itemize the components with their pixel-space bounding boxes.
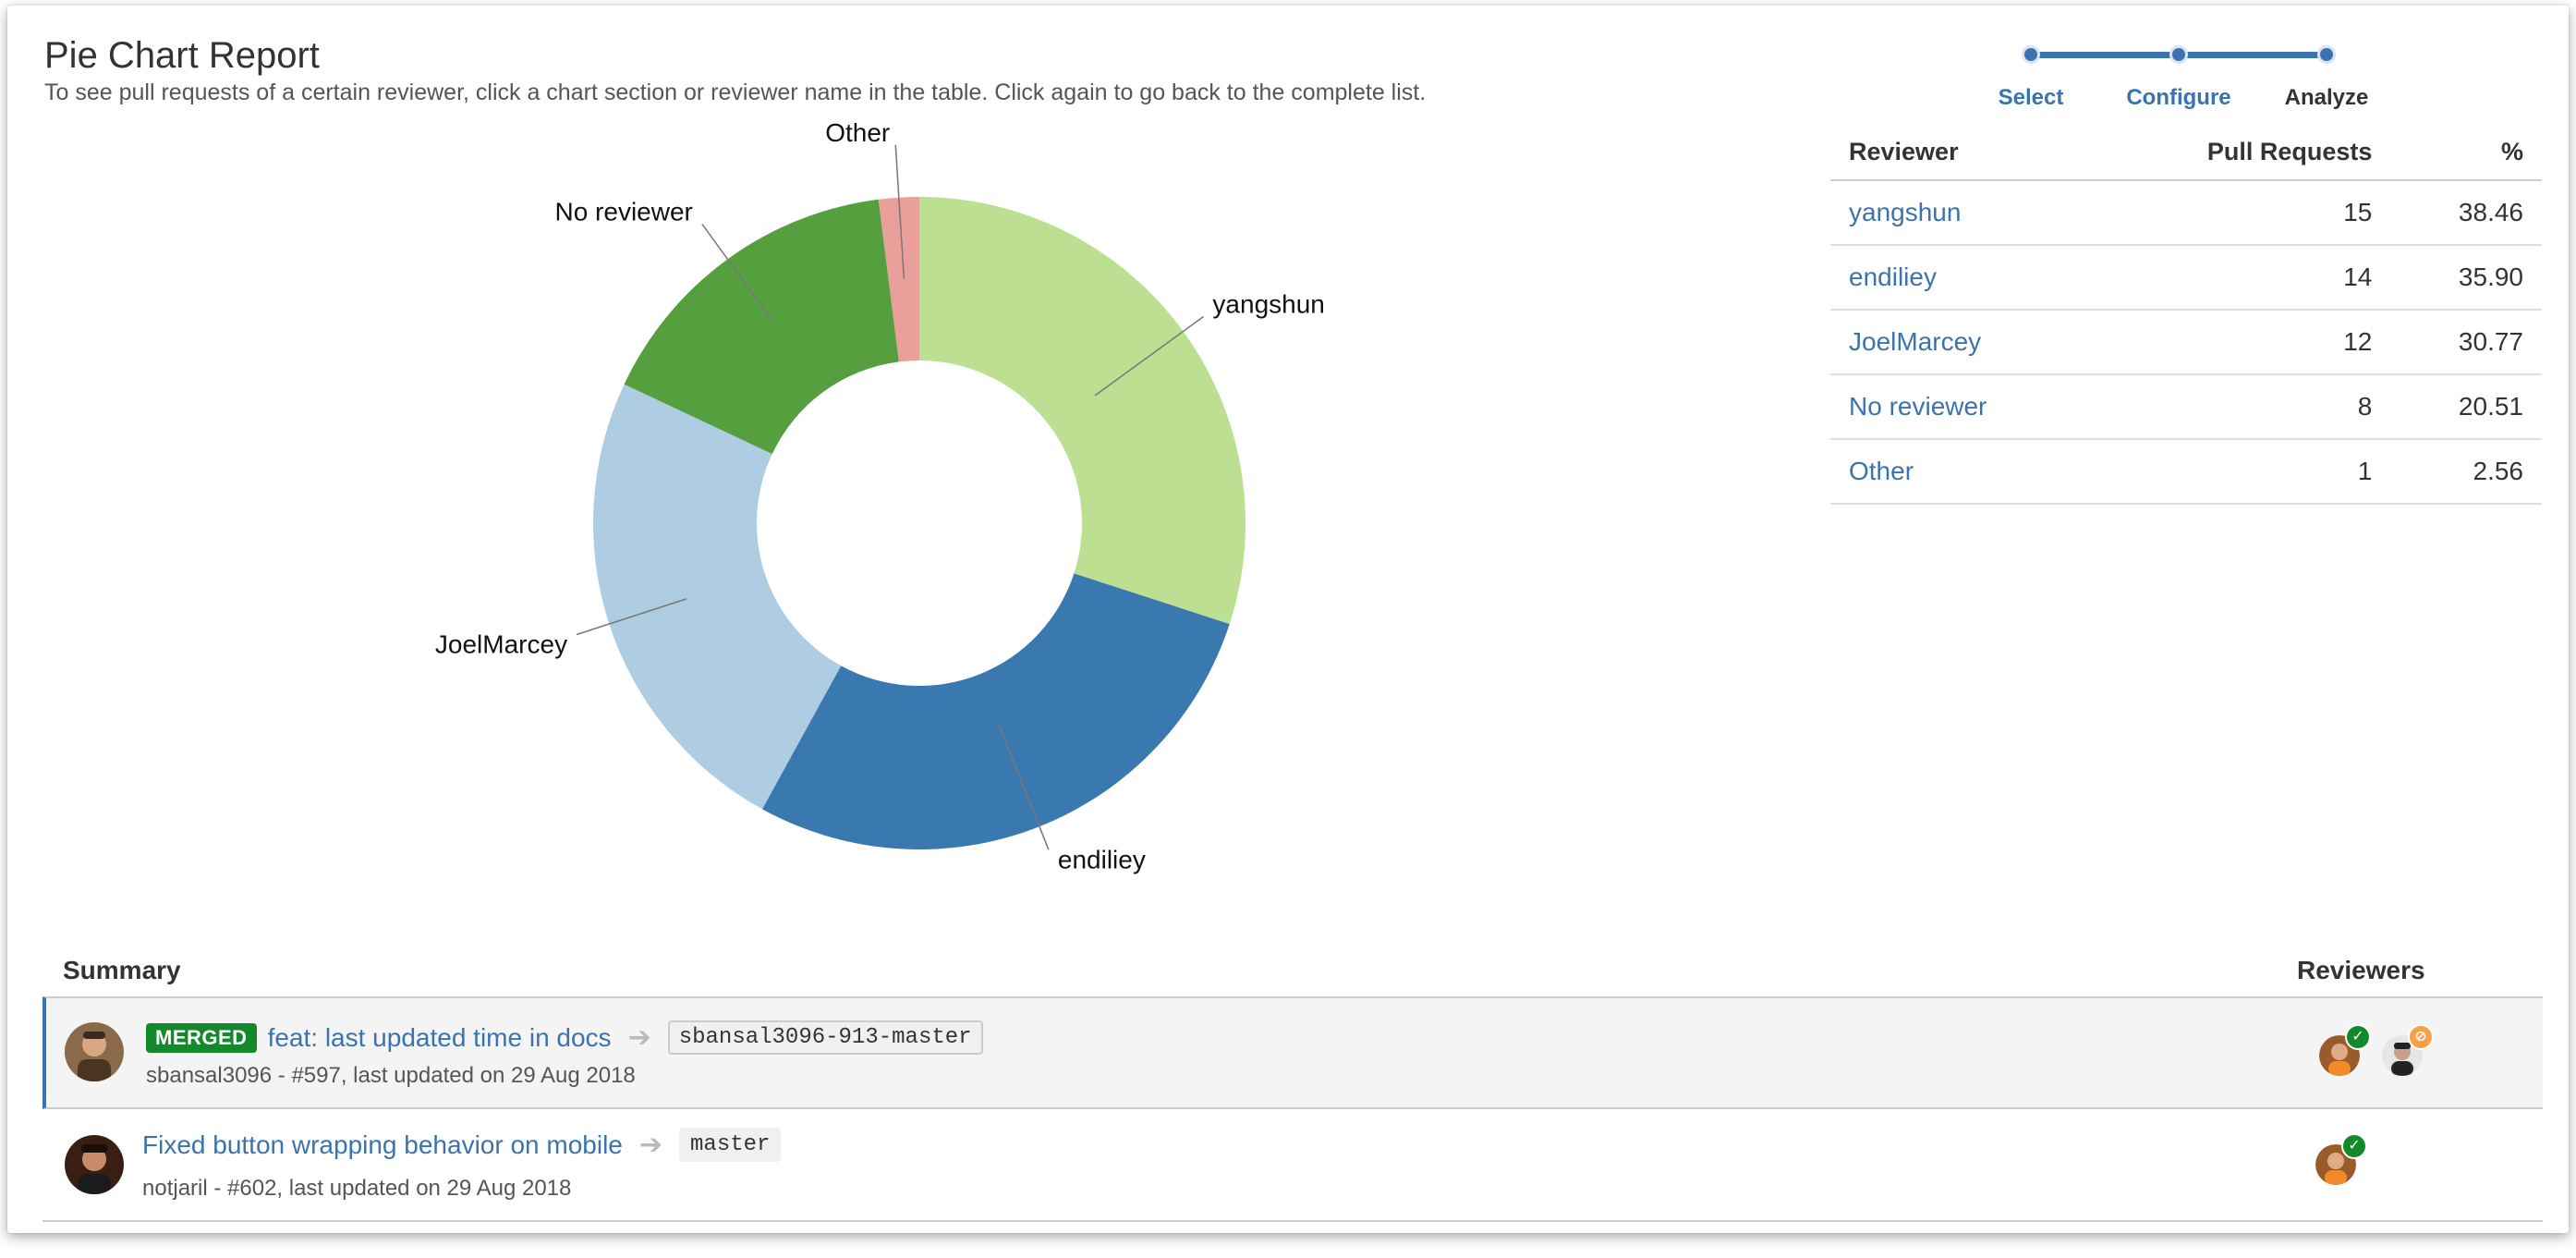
percent-value: 38.46	[2390, 180, 2542, 246]
table-header-row: Reviewer Pull Requests %	[1830, 124, 2542, 181]
column-header-reviewer: Reviewer	[1830, 124, 2091, 181]
no-entry-icon: ⊘	[2408, 1024, 2434, 1050]
pie-slice-label: endiliey	[1058, 845, 1146, 873]
pull-request-count: 15	[2090, 180, 2391, 246]
reviewer-link[interactable]: endiliey	[1849, 263, 1937, 291]
wizard-step-analyze: Analyze	[2284, 85, 2369, 110]
wizard-step-select[interactable]: Select	[1957, 85, 2105, 111]
reviewer-link[interactable]: Other	[1849, 457, 1914, 485]
wizard-step-dot-configure[interactable]	[2169, 45, 2188, 64]
target-branch: master	[679, 1128, 782, 1162]
pull-request-title-link[interactable]: feat: last updated time in docs	[268, 1023, 612, 1053]
wizard-step-dot-select[interactable]	[2022, 45, 2040, 64]
reviewer-donut-chart[interactable]: yangshun endiliey JoelMarcey No reviewer Oth…	[7, 6, 1763, 930]
pull-request-count: 14	[2090, 245, 2391, 311]
reviewer-table: Reviewer Pull Requests % yangshun 15 38.…	[1830, 124, 2542, 505]
reviewer-link[interactable]: JoelMarcey	[1849, 327, 1981, 356]
reviewer-link[interactable]: No reviewer	[1849, 392, 1987, 421]
pie-slice-label: No reviewer	[554, 197, 692, 226]
reviewer-avatar-approved[interactable]: ✓	[2315, 1133, 2367, 1187]
pie-slice-label: Other	[825, 118, 890, 147]
table-row: JoelMarcey 12 30.77	[1830, 310, 2542, 375]
wizard-step-configure[interactable]: Configure	[2105, 85, 2253, 111]
arrow-right-icon: ➔	[638, 1130, 663, 1160]
pull-request-count: 8	[2090, 374, 2391, 440]
merged-status-badge: MERGED	[146, 1022, 257, 1053]
reviewer-avatar-needs-work[interactable]: ⊘	[2382, 1024, 2434, 1078]
percent-value: 30.77	[2390, 310, 2542, 375]
percent-value: 35.90	[2390, 245, 2542, 311]
pull-request-count: 1	[2090, 439, 2391, 505]
pie-slice-endiliey[interactable]	[761, 573, 1230, 849]
summary-column-header: Summary	[63, 956, 181, 984]
pull-request-count: 12	[2090, 310, 2391, 375]
pull-request-meta: notjaril - #602, last updated on 29 Aug …	[142, 1176, 572, 1201]
pull-request-title-link[interactable]: Fixed button wrapping behavior on mobile	[142, 1130, 623, 1160]
percent-value: 2.56	[2390, 439, 2542, 505]
check-icon: ✓	[2345, 1024, 2371, 1050]
table-row: endiliey 14 35.90	[1830, 245, 2542, 311]
pie-slice-label: JoelMarcey	[435, 630, 567, 659]
pull-request-row[interactable]: Fixed button wrapping behavior on mobile…	[43, 1109, 2543, 1222]
target-branch: sbansal3096-913-master	[667, 1020, 983, 1055]
wizard-step-dot-analyze	[2317, 45, 2336, 64]
column-header-pull-requests: Pull Requests	[2090, 124, 2391, 181]
pie-slice-label: yangshun	[1212, 290, 1324, 319]
check-icon: ✓	[2341, 1133, 2367, 1159]
reviewers-column-header: Reviewers	[2297, 956, 2425, 984]
table-row: Other 1 2.56	[1830, 439, 2542, 505]
reviewer-avatar-approved[interactable]: ✓	[2319, 1024, 2371, 1078]
percent-value: 20.51	[2390, 374, 2542, 440]
wizard-steps: Select Configure Analyze	[1994, 33, 2368, 126]
author-avatar[interactable]	[65, 1022, 124, 1081]
pull-request-meta: sbansal3096 - #597, last updated on 29 A…	[146, 1063, 636, 1088]
column-header-percent: %	[2390, 124, 2542, 181]
author-avatar[interactable]	[65, 1135, 124, 1194]
pie-slice-yangshun[interactable]	[919, 197, 1245, 625]
reviewer-link[interactable]: yangshun	[1849, 198, 1961, 226]
report-panel: Pie Chart Report To see pull requests of…	[7, 6, 2569, 1233]
arrow-right-icon: ➔	[627, 1022, 651, 1053]
table-row: yangshun 15 38.46	[1830, 180, 2542, 246]
table-row: No reviewer 8 20.51	[1830, 374, 2542, 440]
pull-request-row[interactable]: MERGED feat: last updated time in docs ➔…	[43, 996, 2543, 1109]
